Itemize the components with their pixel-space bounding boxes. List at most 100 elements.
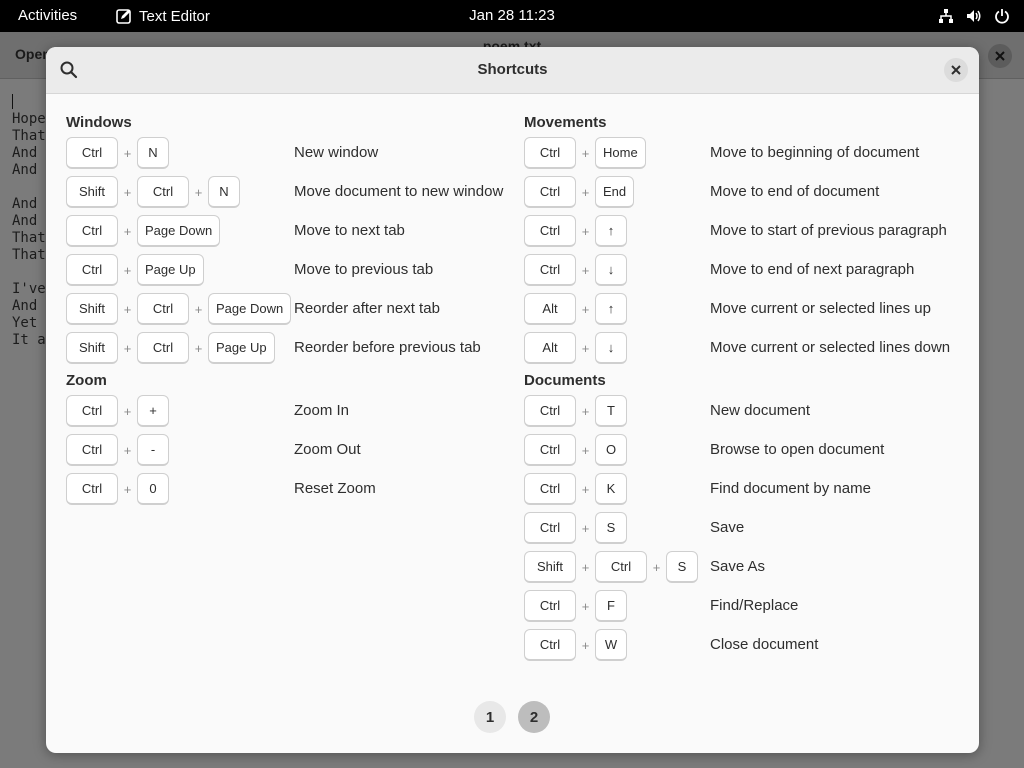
key-shift: Shift <box>66 176 118 208</box>
key-separator: + <box>123 262 132 278</box>
key-ctrl: Ctrl <box>137 176 189 208</box>
key-down-arrow: ↓ <box>595 254 627 286</box>
editor-line: Yet <box>12 315 46 331</box>
shortcut-description: Move to previous tab <box>294 261 434 278</box>
shortcut-description: Find document by name <box>710 480 871 497</box>
shortcut-row: Shift + Ctrl + S Save As <box>524 550 964 584</box>
key-end: End <box>595 176 635 208</box>
key-s: S <box>595 512 627 544</box>
key-separator: + <box>123 301 132 317</box>
key-shift: Shift <box>66 293 118 325</box>
window-close-button[interactable] <box>988 44 1012 68</box>
shortcut-row: Alt + ↓ Move current or selected lines down <box>524 331 964 365</box>
shortcut-row: Ctrl + N New window <box>66 136 526 170</box>
key-separator: + <box>581 262 590 278</box>
dialog-header: Shortcuts <box>46 47 979 94</box>
shortcut-description: Find/Replace <box>710 597 799 614</box>
key-ctrl: Ctrl <box>524 434 576 466</box>
key-f: F <box>595 590 627 622</box>
shortcut-keys: Ctrl + N <box>66 136 169 170</box>
shortcut-row: Ctrl + F Find/Replace <box>524 589 964 623</box>
key-separator: + <box>581 637 590 653</box>
shortcut-description: Browse to open document <box>710 441 885 458</box>
key-ctrl: Ctrl <box>66 434 118 466</box>
key-zero: 0 <box>137 473 169 505</box>
shortcut-description: Move to end of next paragraph <box>710 261 915 278</box>
text-editor-icon <box>116 9 131 24</box>
key-alt: Alt <box>524 332 576 364</box>
key-down-arrow: ↓ <box>595 332 627 364</box>
key-minus: - <box>137 434 169 466</box>
app-menu-button[interactable]: Text Editor <box>116 0 210 32</box>
shortcut-keys: Ctrl + ↓ <box>524 253 627 287</box>
search-icon <box>60 61 78 79</box>
key-separator: + <box>581 301 590 317</box>
shortcut-keys: Shift + Ctrl + Page Down <box>66 292 292 326</box>
shortcut-keys: Shift + Ctrl + S <box>524 550 698 584</box>
key-ctrl: Ctrl <box>524 176 576 208</box>
shortcut-description: Move to next tab <box>294 222 405 239</box>
shortcut-row: Ctrl + End Move to end of document <box>524 175 964 209</box>
editor-text-area[interactable]: Hope That And And And And That That I've And … <box>12 94 46 349</box>
shortcut-description: New document <box>710 402 811 419</box>
shortcut-description: Move document to new window <box>294 183 504 200</box>
shortcut-row: Shift + Ctrl + Page Down Reorder after next t… <box>66 292 526 326</box>
shortcut-row: Ctrl + ↑ Move to start of previous paragrap… <box>524 214 964 248</box>
top-bar: Activities Text Editor Jan 28 11:23 <box>0 0 1024 32</box>
shortcut-row: Ctrl + Page Down Move to next tab <box>66 214 526 248</box>
shortcut-row: Ctrl + O Browse to open document <box>524 433 964 467</box>
page-button-2[interactable]: 2 <box>518 701 550 733</box>
section-title-movements: Movements <box>524 114 607 131</box>
close-icon <box>995 51 1005 61</box>
shortcut-keys: Shift + Ctrl + N <box>66 175 240 209</box>
shortcut-description: Zoom In <box>294 402 350 419</box>
shortcut-description: New window <box>294 144 379 161</box>
search-button[interactable] <box>59 60 79 80</box>
key-n: N <box>208 176 240 208</box>
key-page-up: Page Up <box>208 332 275 364</box>
shortcut-keys: Alt + ↓ <box>524 331 627 365</box>
shortcut-row: Ctrl + K Find document by name <box>524 472 964 506</box>
shortcut-description: Move current or selected lines up <box>710 300 931 317</box>
shortcut-keys: Ctrl + K <box>524 472 627 506</box>
shortcut-keys: Ctrl + T <box>524 394 627 428</box>
key-separator: + <box>581 145 590 161</box>
shortcut-description: Zoom Out <box>294 441 361 458</box>
app-name: Text Editor <box>139 7 210 25</box>
key-t: T <box>595 395 627 427</box>
key-separator: + <box>581 520 590 536</box>
shortcut-row: Alt + ↑ Move current or selected lines up <box>524 292 964 326</box>
key-page-up: Page Up <box>137 254 204 286</box>
shortcut-keys: Alt + ↑ <box>524 292 627 326</box>
shortcut-keys: Ctrl + S <box>524 511 627 545</box>
activities-button[interactable]: Activities <box>18 0 77 32</box>
shortcut-keys: Ctrl + Home <box>524 136 646 170</box>
key-separator: + <box>123 184 132 200</box>
editor-line: Hope <box>12 111 46 127</box>
shortcut-keys: Ctrl + W <box>524 628 627 662</box>
editor-line: That <box>12 230 46 246</box>
editor-line: And <box>12 162 46 178</box>
clock[interactable]: Jan 28 11:23 <box>469 7 555 24</box>
shortcut-description: Reorder before previous tab <box>294 339 481 356</box>
key-ctrl: Ctrl <box>524 512 576 544</box>
shortcut-row: Ctrl + + Zoom In <box>66 394 526 428</box>
key-separator: + <box>581 223 590 239</box>
editor-line: And <box>12 145 46 161</box>
key-ctrl: Ctrl <box>524 137 576 169</box>
section-title-windows: Windows <box>66 114 132 131</box>
key-ctrl: Ctrl <box>524 473 576 505</box>
key-separator: + <box>123 442 132 458</box>
dialog-close-button[interactable] <box>944 58 968 82</box>
shortcut-keys: Ctrl +0 <box>66 472 169 506</box>
shortcut-description: Close document <box>710 636 819 653</box>
system-tray[interactable] <box>938 0 1010 32</box>
dialog-title: Shortcuts <box>477 61 548 78</box>
shortcut-description: Move current or selected lines down <box>710 339 951 356</box>
page-button-1[interactable]: 1 <box>474 701 506 733</box>
shortcut-description: Save <box>710 519 745 536</box>
editor-line: I've <box>12 281 46 297</box>
key-separator: + <box>652 559 661 575</box>
key-separator: + <box>194 184 203 200</box>
close-icon <box>951 65 961 75</box>
